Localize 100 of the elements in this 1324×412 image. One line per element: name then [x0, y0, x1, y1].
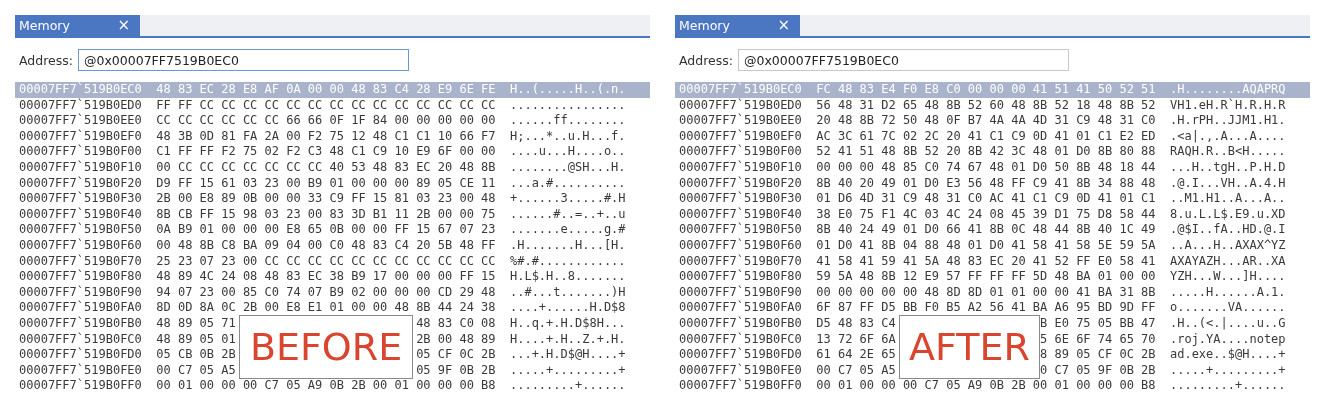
hex-byte: 8A: [199, 300, 214, 316]
hex-byte: 09: [264, 237, 279, 254]
address-cell-text: 00007FF7`519B0F70: [19, 253, 142, 269]
hex-byte: 31: [859, 97, 874, 114]
hex-byte: 20: [946, 144, 961, 160]
hex-byte: 01: [221, 331, 236, 348]
hex-byte: 48: [459, 159, 474, 176]
hex-byte: 58: [1032, 237, 1048, 254]
hex-byte: 83: [394, 159, 409, 176]
hex-byte: 29: [459, 284, 474, 301]
memory-tab[interactable]: Memory ×: [15, 15, 140, 36]
ascii-text: VH1.eH.R`H.R.H.R: [1169, 97, 1286, 114]
hex-byte: 58: [1119, 253, 1134, 270]
hex-byte: 48: [924, 97, 939, 114]
address-cell: 00007FF7`519B0F10: [19, 159, 142, 176]
hex-byte: 61: [221, 175, 236, 192]
ascii-text: H..(.....H..(.n.: [509, 82, 626, 98]
hex-byte: 0D: [1032, 128, 1048, 145]
hex-byte: C9: [1011, 128, 1026, 145]
address-cell: 00007FF7`519B0FA0: [19, 300, 142, 316]
hex-byte: 24: [859, 222, 874, 238]
hex-byte: CC: [156, 113, 171, 129]
hex-byte: 01: [329, 300, 344, 316]
ascii-text: ....u...H....o..: [509, 144, 626, 160]
hex-byte: 00: [437, 113, 453, 129]
hex-byte: A5: [221, 362, 236, 379]
hex-byte: 7C: [881, 128, 896, 145]
hex-byte: FF: [859, 300, 874, 316]
hex-byte: 41: [816, 253, 831, 270]
hex-byte: 34: [1097, 175, 1113, 192]
hex-byte: 48: [481, 191, 496, 207]
close-button[interactable]: ×: [117, 18, 130, 33]
hex-byte: C8: [221, 237, 236, 254]
hex-byte: 00: [481, 144, 496, 160]
hex-byte: 49: [1141, 222, 1156, 238]
address-cell: 00007FF7`519B0FD0: [679, 347, 802, 363]
hex-byte: CC: [177, 159, 193, 176]
ascii-text: ...a.#..........: [509, 175, 626, 192]
hex-byte: 38: [329, 269, 344, 285]
hex-byte: 00: [437, 331, 453, 348]
hex-byte: 00: [459, 144, 474, 160]
hex-byte: D5: [816, 315, 831, 332]
hex-byte: 4C: [199, 269, 214, 285]
close-button[interactable]: ×: [777, 18, 790, 33]
hex-byte: C0: [264, 284, 279, 301]
hex-byte: 48: [1054, 269, 1069, 285]
hex-byte: C1: [1032, 191, 1048, 207]
hex-byte: 41: [967, 128, 983, 145]
hex-byte: 00: [199, 378, 214, 394]
hex-byte: 2B: [416, 206, 431, 223]
hex-byte: 65: [902, 97, 918, 114]
hex-byte: EC: [989, 253, 1004, 270]
hex-byte: 0C: [459, 347, 474, 363]
hex-byte: 01: [177, 378, 193, 394]
hex-byte: 51: [859, 144, 874, 160]
hex-byte: 04: [286, 237, 301, 254]
hex-byte: AC: [989, 191, 1004, 207]
hex-byte: C1: [1141, 191, 1156, 207]
hex-byte: 31: [1054, 113, 1069, 129]
hex-byte: 81: [221, 128, 236, 145]
hex-byte: CC: [177, 113, 193, 129]
hex-byte: 18: [1119, 159, 1134, 176]
hex-byte: 0B: [1119, 362, 1134, 379]
hex-byte: E3: [946, 175, 961, 192]
hex-byte: 48: [459, 237, 474, 254]
hex-byte: 52: [816, 144, 831, 160]
ascii-text: .....+.........+: [509, 362, 626, 379]
hex-byte: 0B: [199, 347, 214, 363]
memory-tab[interactable]: Memory ×: [675, 15, 800, 36]
hex-byte: 5A: [1141, 237, 1156, 254]
hex-byte: 23: [481, 222, 496, 238]
hex-byte: C1: [416, 128, 431, 145]
hex-byte: 15: [372, 191, 388, 207]
address-field[interactable]: @0x00007FF7519B0EC0: [78, 49, 409, 71]
hex-byte: C9: [372, 144, 388, 160]
hex-byte: 8B: [199, 237, 214, 254]
hex-byte: 02: [351, 284, 366, 301]
hex-byte: CC: [242, 113, 258, 129]
hex-byte: 20: [859, 175, 874, 192]
hex-byte: 58: [837, 253, 853, 270]
hex-byte: 0D: [199, 128, 214, 145]
hex-byte: 0C: [1119, 347, 1134, 363]
hex-byte: AF: [264, 82, 279, 98]
hex-byte: 48: [264, 269, 279, 285]
hex-byte: 00: [437, 378, 453, 394]
address-field[interactable]: @0x00007FF7519B0EC0: [738, 49, 1069, 71]
hex-byte: 00: [1076, 378, 1091, 394]
hex-byte: 12: [902, 269, 918, 285]
hex-byte: C4: [394, 237, 409, 254]
hex-byte: CC: [416, 253, 431, 270]
hex-byte: 39: [1032, 206, 1048, 223]
hex-byte: C0: [1141, 113, 1156, 129]
hex-byte: CC: [264, 159, 279, 176]
hex-byte: CC: [242, 97, 258, 114]
hex-byte: 48: [837, 113, 853, 129]
hex-byte: CC: [221, 159, 236, 176]
hex-byte: 40: [1097, 222, 1113, 238]
hex-byte: D1: [1054, 206, 1069, 223]
ascii-text: .......e.....g.#: [509, 222, 626, 238]
hex-byte: 07: [199, 253, 214, 270]
